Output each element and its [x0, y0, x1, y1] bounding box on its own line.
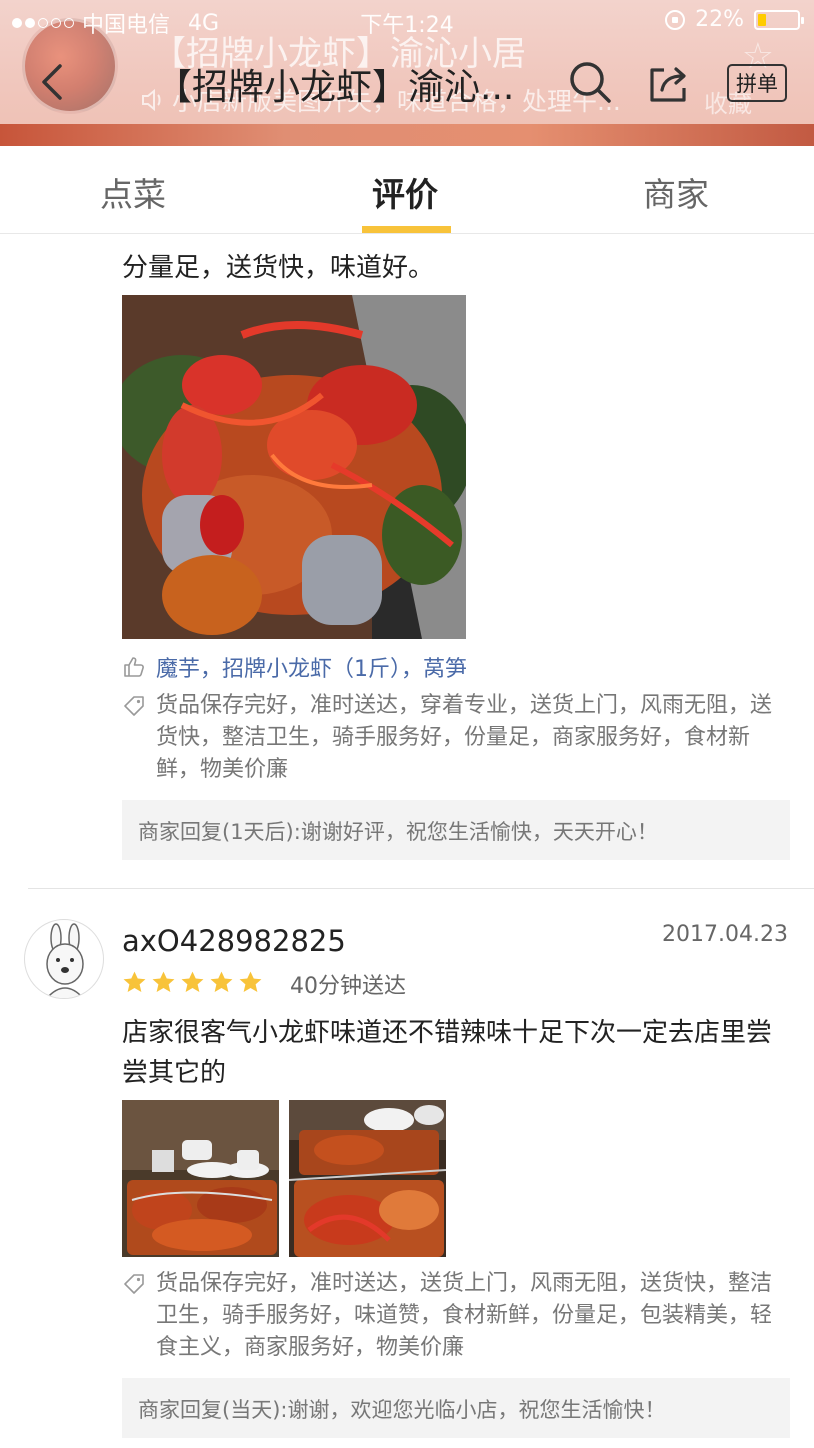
recommended-dishes[interactable]: 魔芋，招牌小龙虾（1斤），莴笋 — [122, 651, 467, 683]
review-list[interactable]: 分量足，送货快，味道好。 魔芋，招牌小龙虾（1斤），莴笋 货品保存完好，准时送达… — [0, 234, 814, 1448]
header-accent-bar — [0, 124, 814, 146]
avatar[interactable] — [24, 919, 104, 999]
battery-icon — [754, 9, 804, 30]
battery-percent: 22% — [695, 7, 744, 32]
review-text: 分量足，送货快，味道好。 — [122, 253, 435, 283]
review-text: 店家很客气小龙虾味道还不错辣味十足下次一定去店里尝尝其它的 — [122, 1018, 773, 1088]
shop-header: 【招牌小龙虾】渝沁小居 小店新版美图开失，味道合格，处理午... ☆ 收藏 中国… — [0, 0, 814, 146]
tab-bar: 点菜 评价 商家 — [0, 146, 814, 234]
tags-text: 货品保存完好，准时送达，穿着专业，送货上门，风雨无阻，送货快，整洁卫生，骑手服务… — [156, 693, 773, 782]
share-icon[interactable] — [648, 62, 690, 104]
review-photo[interactable] — [122, 295, 466, 639]
review-tags: 货品保存完好，准时送达，穿着专业，送货上门，风雨无阻，送货快，整洁卫生，骑手服务… — [122, 690, 790, 786]
tag-icon — [124, 1274, 144, 1294]
star-icon — [152, 971, 175, 992]
review-username: axO428982825 — [122, 924, 346, 958]
status-right: 22% — [665, 7, 804, 32]
tags-text: 货品保存完好，准时送达，送货上门，风雨无阻，送货快，整洁卫生，骑手服务好，味道赞… — [156, 1271, 773, 1360]
delivery-time: 40分钟送达 — [290, 974, 406, 999]
star-icon — [210, 971, 233, 992]
merchant-reply: 商家回复(当天):谢谢，欢迎您光临小店，祝您生活愉快！ — [122, 1378, 790, 1438]
review-photo[interactable] — [289, 1100, 446, 1257]
tab-active-indicator — [362, 226, 451, 233]
review-date: 2017.04.23 — [662, 922, 788, 947]
review-photo[interactable] — [122, 1100, 279, 1257]
status-bar: 中国电信 4G 下午1:24 22% — [0, 0, 814, 40]
star-icon — [123, 971, 146, 992]
dish-names[interactable]: 魔芋，招牌小龙虾（1斤），莴笋 — [156, 651, 467, 683]
review-divider — [28, 888, 814, 889]
orientation-lock-icon — [665, 9, 686, 30]
star-icon — [239, 971, 262, 992]
search-icon[interactable] — [568, 60, 612, 104]
tab-menu[interactable]: 点菜 — [100, 168, 166, 216]
star-rating — [122, 970, 263, 995]
thumbs-up-icon — [124, 657, 144, 677]
tab-reviews[interactable]: 评价 — [372, 168, 438, 216]
group-order-button[interactable]: 拼单 — [727, 64, 787, 102]
star-icon — [181, 971, 204, 992]
back-chevron-icon[interactable] — [34, 62, 74, 102]
page-title: 【招牌小龙虾】渝沁... — [156, 67, 515, 108]
merchant-reply: 商家回复(1天后):谢谢好评，祝您生活愉快，天天开心！ — [122, 800, 790, 860]
tab-merchant[interactable]: 商家 — [643, 168, 709, 216]
review-tags: 货品保存完好，准时送达，送货上门，风雨无阻，送货快，整洁卫生，骑手服务好，味道赞… — [122, 1268, 790, 1364]
tag-icon — [124, 696, 144, 716]
kangaroo-avatar-icon — [46, 923, 84, 998]
